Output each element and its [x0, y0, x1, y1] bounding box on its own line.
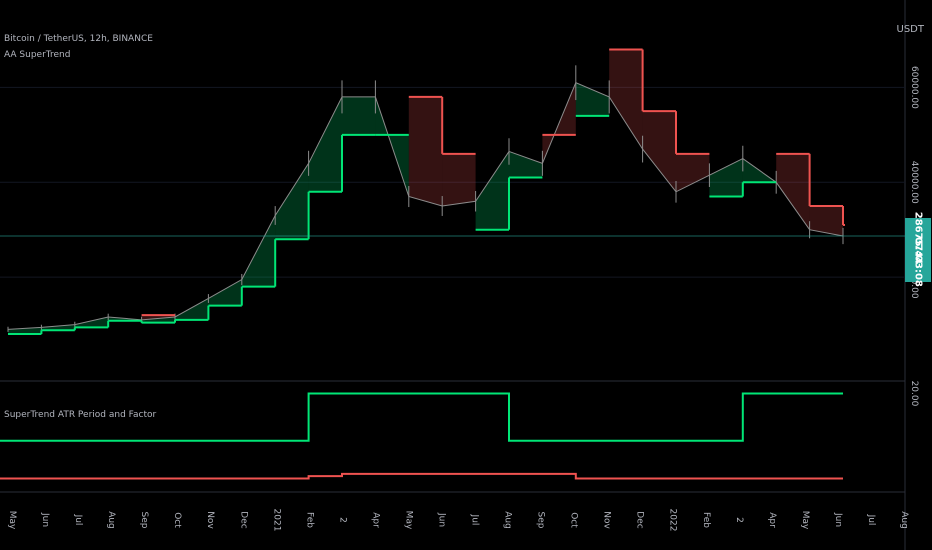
- time-axis-label: Jun: [436, 512, 446, 527]
- current-price-badge: 28675.44 07:03:08: [905, 212, 931, 287]
- time-axis-label: Jul: [866, 514, 876, 526]
- time-axis-label: Nov: [602, 511, 612, 529]
- time-axis-label: Apr: [370, 512, 380, 528]
- time-axis-label: Jul: [73, 514, 83, 526]
- symbol-title[interactable]: Bitcoin / TetherUS, 12h, BINANCE: [4, 34, 153, 44]
- price-axis-label: 40000.00: [909, 161, 919, 204]
- time-axis-label: Aug: [899, 511, 909, 529]
- time-axis-label: Sep: [139, 512, 149, 529]
- time-axis-label: May: [403, 511, 413, 530]
- downtrend-fill: [408, 96, 443, 206]
- time-axis-label: May: [7, 511, 17, 530]
- uptrend-fill: [342, 96, 376, 135]
- countdown-label: 07:03:08: [912, 237, 924, 287]
- time-axis-label: Jun: [833, 512, 843, 527]
- time-axis-label: 2022: [668, 509, 678, 532]
- time-axis-label: 2: [734, 517, 744, 523]
- time-axis-label: Jun: [40, 512, 50, 527]
- time-axis-label: Aug: [503, 511, 513, 529]
- time-axis-label: Oct: [569, 512, 579, 528]
- time-axis-label: Dec: [635, 511, 645, 528]
- currency-unit: USDT: [896, 24, 924, 35]
- time-axis-label: Dec: [238, 511, 248, 528]
- downtrend-fill: [442, 153, 476, 206]
- chart-background: [0, 0, 932, 550]
- indicator-title[interactable]: AA SuperTrend: [4, 50, 70, 60]
- time-axis-label: Feb: [304, 512, 314, 528]
- time-axis-label: Feb: [701, 512, 711, 528]
- time-axis-label: Sep: [536, 512, 546, 529]
- time-axis-label: 2021: [271, 509, 281, 532]
- time-axis-label: 2: [337, 517, 347, 523]
- sub-indicator-title[interactable]: SuperTrend ATR Period and Factor: [4, 410, 156, 420]
- time-axis-label: Apr: [767, 512, 777, 528]
- time-axis-label: Jul: [470, 514, 480, 526]
- time-axis-label: May: [800, 511, 810, 530]
- time-axis-label: Nov: [205, 511, 215, 529]
- price-axis-label: 60000.00: [909, 66, 919, 109]
- time-axis-label: Oct: [172, 512, 182, 528]
- sub-axis-label: 20.00: [909, 381, 919, 407]
- time-axis-label: Aug: [106, 511, 116, 529]
- chart-canvas[interactable]: 60000.0040000.0020000.00 20.00 MayJunJul…: [0, 0, 932, 550]
- sub-axis[interactable]: 20.00: [909, 381, 919, 407]
